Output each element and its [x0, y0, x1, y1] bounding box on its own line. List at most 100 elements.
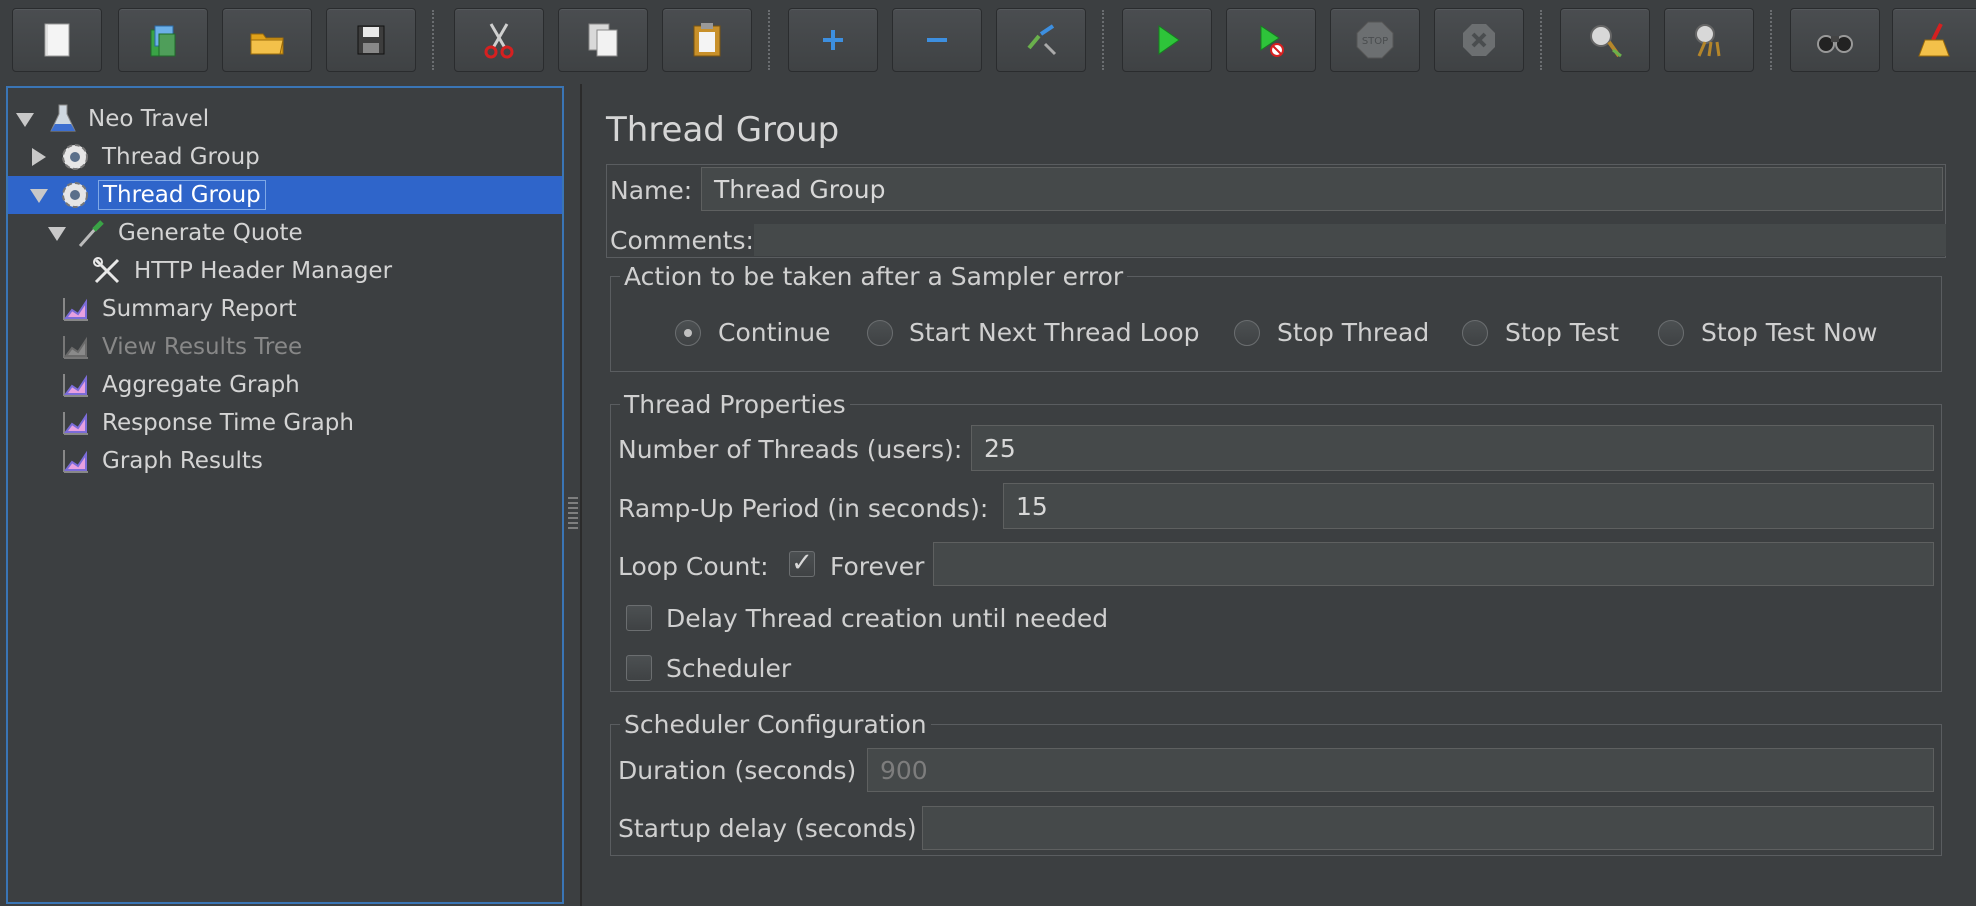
toggle-button[interactable] [996, 8, 1086, 72]
tree-item-label: View Results Tree [102, 334, 303, 360]
tree-item-view-results-tree[interactable]: View Results Tree [8, 328, 562, 366]
scheduler-checkbox[interactable] [626, 655, 652, 681]
tree-item-graph-results[interactable]: Graph Results [8, 442, 562, 480]
threads-field[interactable]: 25 [971, 425, 1934, 471]
reset-search-button[interactable] [1892, 8, 1976, 72]
tree-item-label: Summary Report [102, 296, 297, 322]
tree-item-thread-group-1[interactable]: Thread Group [8, 138, 562, 176]
copy-icon [588, 23, 618, 57]
save-icon [357, 25, 385, 55]
expand-all-button[interactable] [788, 8, 878, 72]
tree-item-http-header-manager[interactable]: HTTP Header Manager [8, 252, 562, 290]
test-plan-tree: Neo Travel Thread Group Thread Group Gen… [6, 86, 564, 904]
tree-item-label: Response Time Graph [102, 410, 354, 436]
collapse-arrow-icon[interactable] [16, 113, 34, 127]
start-button[interactable] [1122, 8, 1212, 72]
scheduler-label: Scheduler [666, 654, 792, 683]
graph-icon [63, 336, 88, 359]
tree-item-response-time-graph[interactable]: Response Time Graph [8, 404, 562, 442]
page-title: Thread Group [606, 110, 840, 150]
delay-thread-label: Delay Thread creation until needed [666, 604, 1109, 633]
search-button[interactable] [1790, 8, 1880, 72]
divider-grip-icon[interactable] [568, 497, 578, 529]
continue-radio[interactable] [675, 320, 701, 346]
tree-item-aggregate-graph[interactable]: Aggregate Graph [8, 366, 562, 404]
stop-button[interactable]: STOP [1330, 8, 1420, 72]
stop-test-radio[interactable] [1462, 320, 1488, 346]
clear-icon [1590, 25, 1622, 58]
loop-count-field[interactable] [933, 542, 1934, 586]
graph-icon [63, 374, 88, 397]
stop-test-now-label: Stop Test Now [1701, 318, 1878, 347]
startup-delay-field[interactable] [922, 806, 1934, 850]
shutdown-icon [1463, 24, 1495, 56]
start-no-pauses-icon [1260, 25, 1284, 57]
cut-button[interactable] [454, 8, 544, 72]
name-field[interactable]: Thread Group [701, 167, 1943, 211]
rampup-label: Ramp-Up Period (in seconds): [618, 494, 989, 523]
threads-label: Number of Threads (users): [618, 435, 963, 464]
clear-all-button[interactable] [1664, 8, 1754, 72]
scheduler-config-title: Scheduler Configuration [620, 710, 931, 739]
start-no-pauses-button[interactable] [1226, 8, 1316, 72]
gear-icon [62, 144, 88, 170]
stop-thread-label: Stop Thread [1277, 318, 1430, 347]
new-button[interactable] [12, 8, 102, 72]
toolbar-separator [432, 10, 434, 70]
new-file-icon [44, 23, 70, 57]
flask-icon [50, 104, 76, 132]
continue-label: Continue [718, 318, 831, 347]
stop-test-now-radio[interactable] [1658, 320, 1684, 346]
shutdown-button[interactable] [1434, 8, 1524, 72]
tree-item-label: Generate Quote [118, 220, 303, 246]
start-next-thread-loop-radio[interactable] [867, 320, 893, 346]
tree-item-label: Thread Group [102, 144, 260, 170]
forever-checkbox[interactable]: ✓ [789, 550, 815, 577]
toolbar-separator [1102, 10, 1104, 70]
expand-all-icon [823, 30, 843, 50]
forever-label: Forever [830, 552, 925, 581]
graph-icon [63, 450, 88, 473]
open-button[interactable] [222, 8, 312, 72]
stop-icon-text: STOP [1362, 36, 1388, 47]
tree-item-neo-travel[interactable]: Neo Travel [8, 100, 562, 138]
toolbar-separator [1540, 10, 1542, 70]
duration-label: Duration (seconds) [618, 756, 857, 785]
tree-item-summary-report[interactable]: Summary Report [8, 290, 562, 328]
panel-border [580, 84, 582, 906]
stop-icon: STOP [1356, 21, 1394, 59]
collapse-all-icon [927, 38, 947, 42]
tree-item-label: Thread Group [98, 180, 266, 210]
delay-thread-checkbox[interactable] [626, 605, 652, 631]
search-icon [1817, 35, 1853, 53]
tree-item-generate-quote[interactable]: Generate Quote [8, 214, 562, 252]
stop-test-label: Stop Test [1505, 318, 1620, 347]
expand-arrow-icon[interactable] [32, 148, 46, 166]
duration-field[interactable]: 900 [867, 748, 1934, 792]
clear-all-icon [1695, 24, 1721, 57]
pipette-icon [78, 220, 104, 247]
open-folder-icon [250, 33, 284, 55]
loop-count-label: Loop Count: [618, 552, 769, 581]
stop-thread-radio[interactable] [1234, 320, 1260, 346]
collapse-arrow-icon[interactable] [30, 189, 48, 203]
toolbar: STOP [0, 0, 1976, 84]
start-icon [1158, 25, 1180, 55]
templates-button[interactable] [118, 8, 208, 72]
cut-icon [484, 23, 514, 59]
collapse-all-button[interactable] [892, 8, 982, 72]
tree-item-label: Aggregate Graph [102, 372, 300, 398]
rampup-field[interactable]: 15 [1003, 483, 1934, 529]
paste-button[interactable] [662, 8, 752, 72]
save-button[interactable] [326, 8, 416, 72]
graph-icon [63, 298, 88, 321]
tree-item-label: HTTP Header Manager [134, 258, 393, 284]
startup-delay-label: Startup delay (seconds) [618, 814, 917, 843]
copy-button[interactable] [558, 8, 648, 72]
tree-item-label: Graph Results [102, 448, 263, 474]
collapse-arrow-icon[interactable] [48, 227, 66, 241]
tree-item-thread-group-2[interactable]: Thread Group [8, 176, 562, 214]
comments-field[interactable] [754, 224, 1946, 256]
graph-icon [63, 412, 88, 435]
clear-button[interactable] [1560, 8, 1650, 72]
